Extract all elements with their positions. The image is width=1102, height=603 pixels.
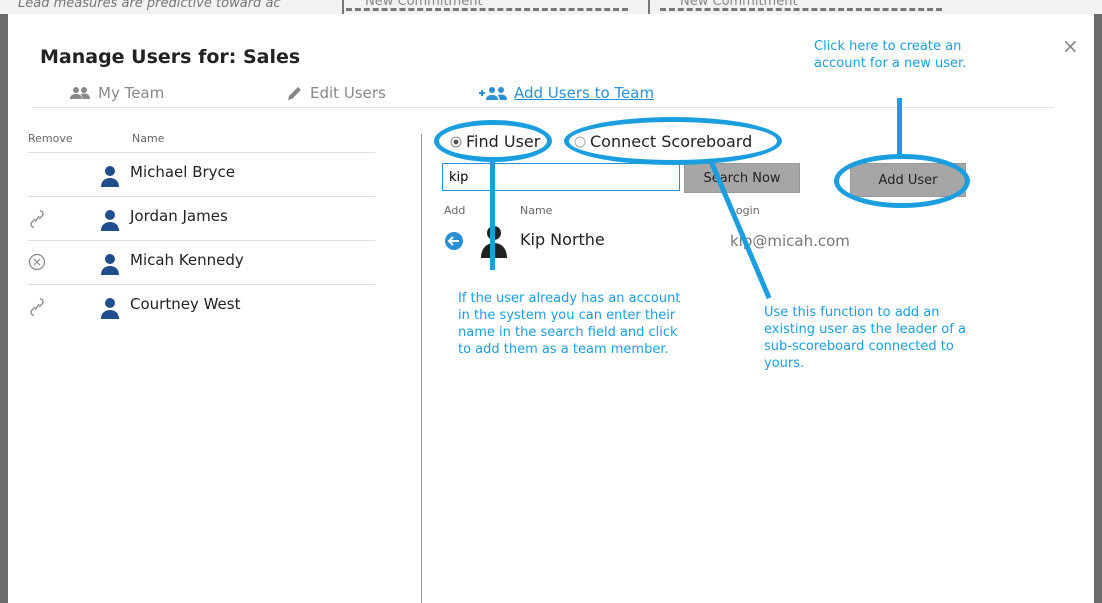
annotation-note-add-user: Click here to create an account for a ne… — [814, 39, 967, 71]
panel-divider — [421, 134, 422, 603]
team-user-row[interactable]: Jordan James — [28, 197, 375, 241]
result-name: Kip Northe — [520, 230, 605, 249]
annotation-pointer-add-user — [897, 98, 902, 154]
user-icon — [101, 166, 119, 187]
column-remove: Remove — [28, 132, 73, 145]
annotation-pointer-find-user — [490, 162, 495, 270]
annotation-circle-connect-scoreboard — [564, 117, 782, 165]
user-icon — [101, 210, 119, 231]
pencil-icon — [288, 87, 301, 100]
background-text: Lead measures are predictive toward ac — [18, 0, 281, 11]
team-user-row[interactable]: Michael Bryce — [28, 153, 375, 197]
column-name: Name — [520, 204, 553, 217]
background-divider — [342, 0, 344, 14]
team-user-name: Micah Kennedy — [130, 251, 244, 269]
background-dash — [660, 8, 942, 11]
annotation-circle-add-user — [834, 154, 970, 208]
tab-label: Edit Users — [310, 84, 386, 102]
people-icon — [70, 87, 90, 99]
tab-edit-users[interactable]: Edit Users — [286, 84, 386, 102]
tab-add-users[interactable]: Add Users to Team — [478, 84, 654, 102]
team-user-name: Michael Bryce — [130, 163, 236, 181]
modal-title: Manage Users for: Sales — [40, 46, 301, 68]
add-arrow-icon[interactable] — [444, 231, 464, 251]
annotation-note-find-user: If the user already has an account in th… — [458, 291, 681, 357]
unlink-icon[interactable] — [28, 297, 46, 317]
team-user-name: Jordan James — [130, 207, 228, 225]
manage-users-modal: Manage Users for: Sales × My Team Edit U… — [8, 14, 1094, 603]
tab-my-team[interactable]: My Team — [68, 84, 164, 102]
background-page: Lead measures are predictive toward ac N… — [0, 0, 1102, 14]
team-user-row[interactable]: Courtney West — [28, 285, 375, 325]
user-icon — [101, 298, 119, 319]
column-add: Add — [444, 204, 466, 217]
background-dash — [346, 8, 628, 11]
team-user-row[interactable]: Micah Kennedy — [28, 241, 375, 285]
unlink-icon[interactable] — [28, 209, 46, 229]
annotation-circle-find-user — [434, 120, 552, 162]
remove-icon[interactable] — [28, 253, 46, 271]
close-icon[interactable]: × — [1062, 34, 1079, 58]
annotation-note-connect: Use this function to add an existing use… — [764, 305, 966, 371]
add-people-icon — [479, 87, 507, 100]
search-now-button[interactable]: Search Now — [684, 163, 800, 193]
user-icon — [101, 254, 119, 275]
column-name: Name — [132, 132, 165, 145]
tab-label: Add Users to Team — [514, 84, 655, 102]
search-input[interactable] — [442, 163, 680, 191]
background-divider — [648, 0, 650, 14]
tab-label: My Team — [98, 84, 165, 102]
team-user-name: Courtney West — [130, 295, 241, 313]
